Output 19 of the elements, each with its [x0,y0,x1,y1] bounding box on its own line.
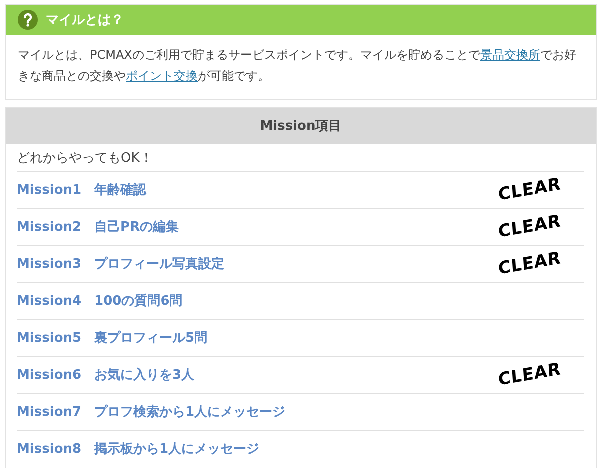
clear-label: CLEAR [498,174,562,206]
section-title: マイルとは？ [46,12,124,29]
mission-link[interactable]: Mission6 お気に入りを3人 [17,366,195,384]
mission-link[interactable]: Mission3 プロフィール写真設定 [17,255,225,273]
note-text: どれからやってもOK！ [17,150,154,168]
mission-link[interactable]: Mission7 プロフ検索から1人にメッセージ [17,403,286,421]
question-icon [18,10,38,30]
mission-link[interactable]: Mission5 裏プロフィール5問 [17,329,208,347]
mission-link[interactable]: Mission1 年齢確認 [17,181,147,199]
table-header: Mission項目 [6,108,596,144]
clear-label: CLEAR [498,211,562,243]
mission-link[interactable]: Mission2 自己PRの編集 [17,218,180,236]
text-link[interactable]: ポイント交換 [126,69,198,83]
mission-link[interactable]: Mission4 100の質問6問 [17,292,183,310]
clear-label: CLEAR [498,359,562,391]
text-link[interactable]: 景品交換所 [480,48,540,62]
clear-label: CLEAR [498,248,562,280]
description-text: マイルとは、PCMAXのご利用で貯まるサービスポイントです。マイルを貯めることで景品交換所でお好きな商品との交換やポイント交換が可能です。 [17,47,578,85]
mission-link[interactable]: Mission8 掲示板から1人にメッセージ [17,440,260,458]
